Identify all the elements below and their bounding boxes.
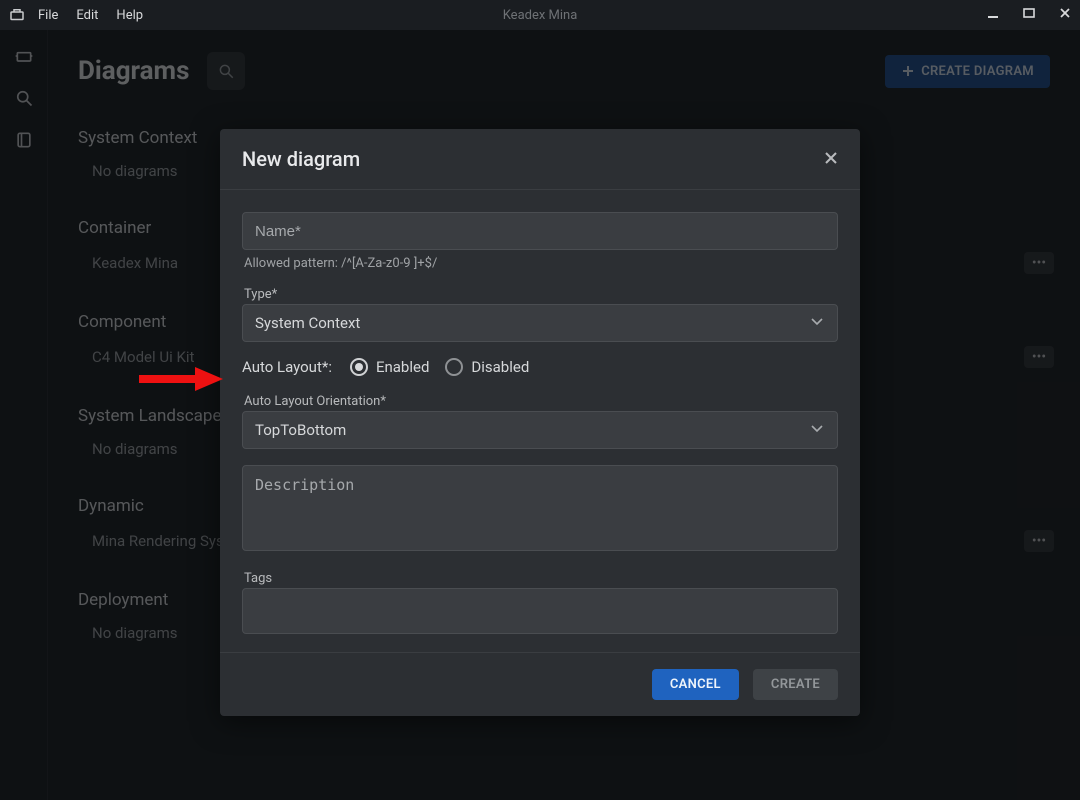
chevron-down-icon [809, 420, 825, 440]
titlebar: File Edit Help Keadex Mina [0, 0, 1080, 30]
orientation-value: TopToBottom [255, 421, 346, 439]
radio-icon [350, 358, 368, 376]
radio-icon [445, 358, 463, 376]
minimize-icon[interactable] [986, 6, 1000, 24]
orientation-label: Auto Layout Orientation* [242, 394, 838, 409]
name-input[interactable] [242, 212, 838, 250]
tags-label: Tags [242, 571, 838, 586]
cancel-button[interactable]: CANCEL [652, 669, 739, 700]
app-title: Keadex Mina [503, 8, 578, 23]
radio-label: Disabled [471, 358, 529, 376]
auto-layout-disabled-radio[interactable]: Disabled [445, 358, 529, 376]
modal-title: New diagram [242, 147, 360, 171]
close-icon[interactable] [824, 150, 838, 169]
app-icon [8, 6, 26, 24]
orientation-select[interactable]: TopToBottom [242, 411, 838, 449]
app-menu: File Edit Help [38, 8, 143, 23]
chevron-down-icon [809, 313, 825, 333]
type-label: Type* [242, 287, 838, 302]
menu-file[interactable]: File [38, 8, 58, 23]
tags-input[interactable] [242, 588, 838, 634]
auto-layout-label: Auto Layout*: [242, 358, 332, 376]
auto-layout-enabled-radio[interactable]: Enabled [350, 358, 429, 376]
description-textarea[interactable] [242, 465, 838, 551]
type-value: System Context [255, 314, 360, 332]
name-helper-text: Allowed pattern: /^[A-Za-z0-9 ]+$/ [242, 256, 838, 271]
radio-label: Enabled [376, 358, 429, 376]
menu-help[interactable]: Help [116, 8, 143, 23]
new-diagram-modal: New diagram Allowed pattern: /^[A-Za-z0-… [220, 129, 860, 716]
type-select[interactable]: System Context [242, 304, 838, 342]
maximize-icon[interactable] [1022, 6, 1036, 24]
menu-edit[interactable]: Edit [76, 8, 98, 23]
close-icon[interactable] [1058, 6, 1072, 24]
create-button[interactable]: CREATE [753, 669, 838, 700]
window-controls [986, 6, 1072, 24]
